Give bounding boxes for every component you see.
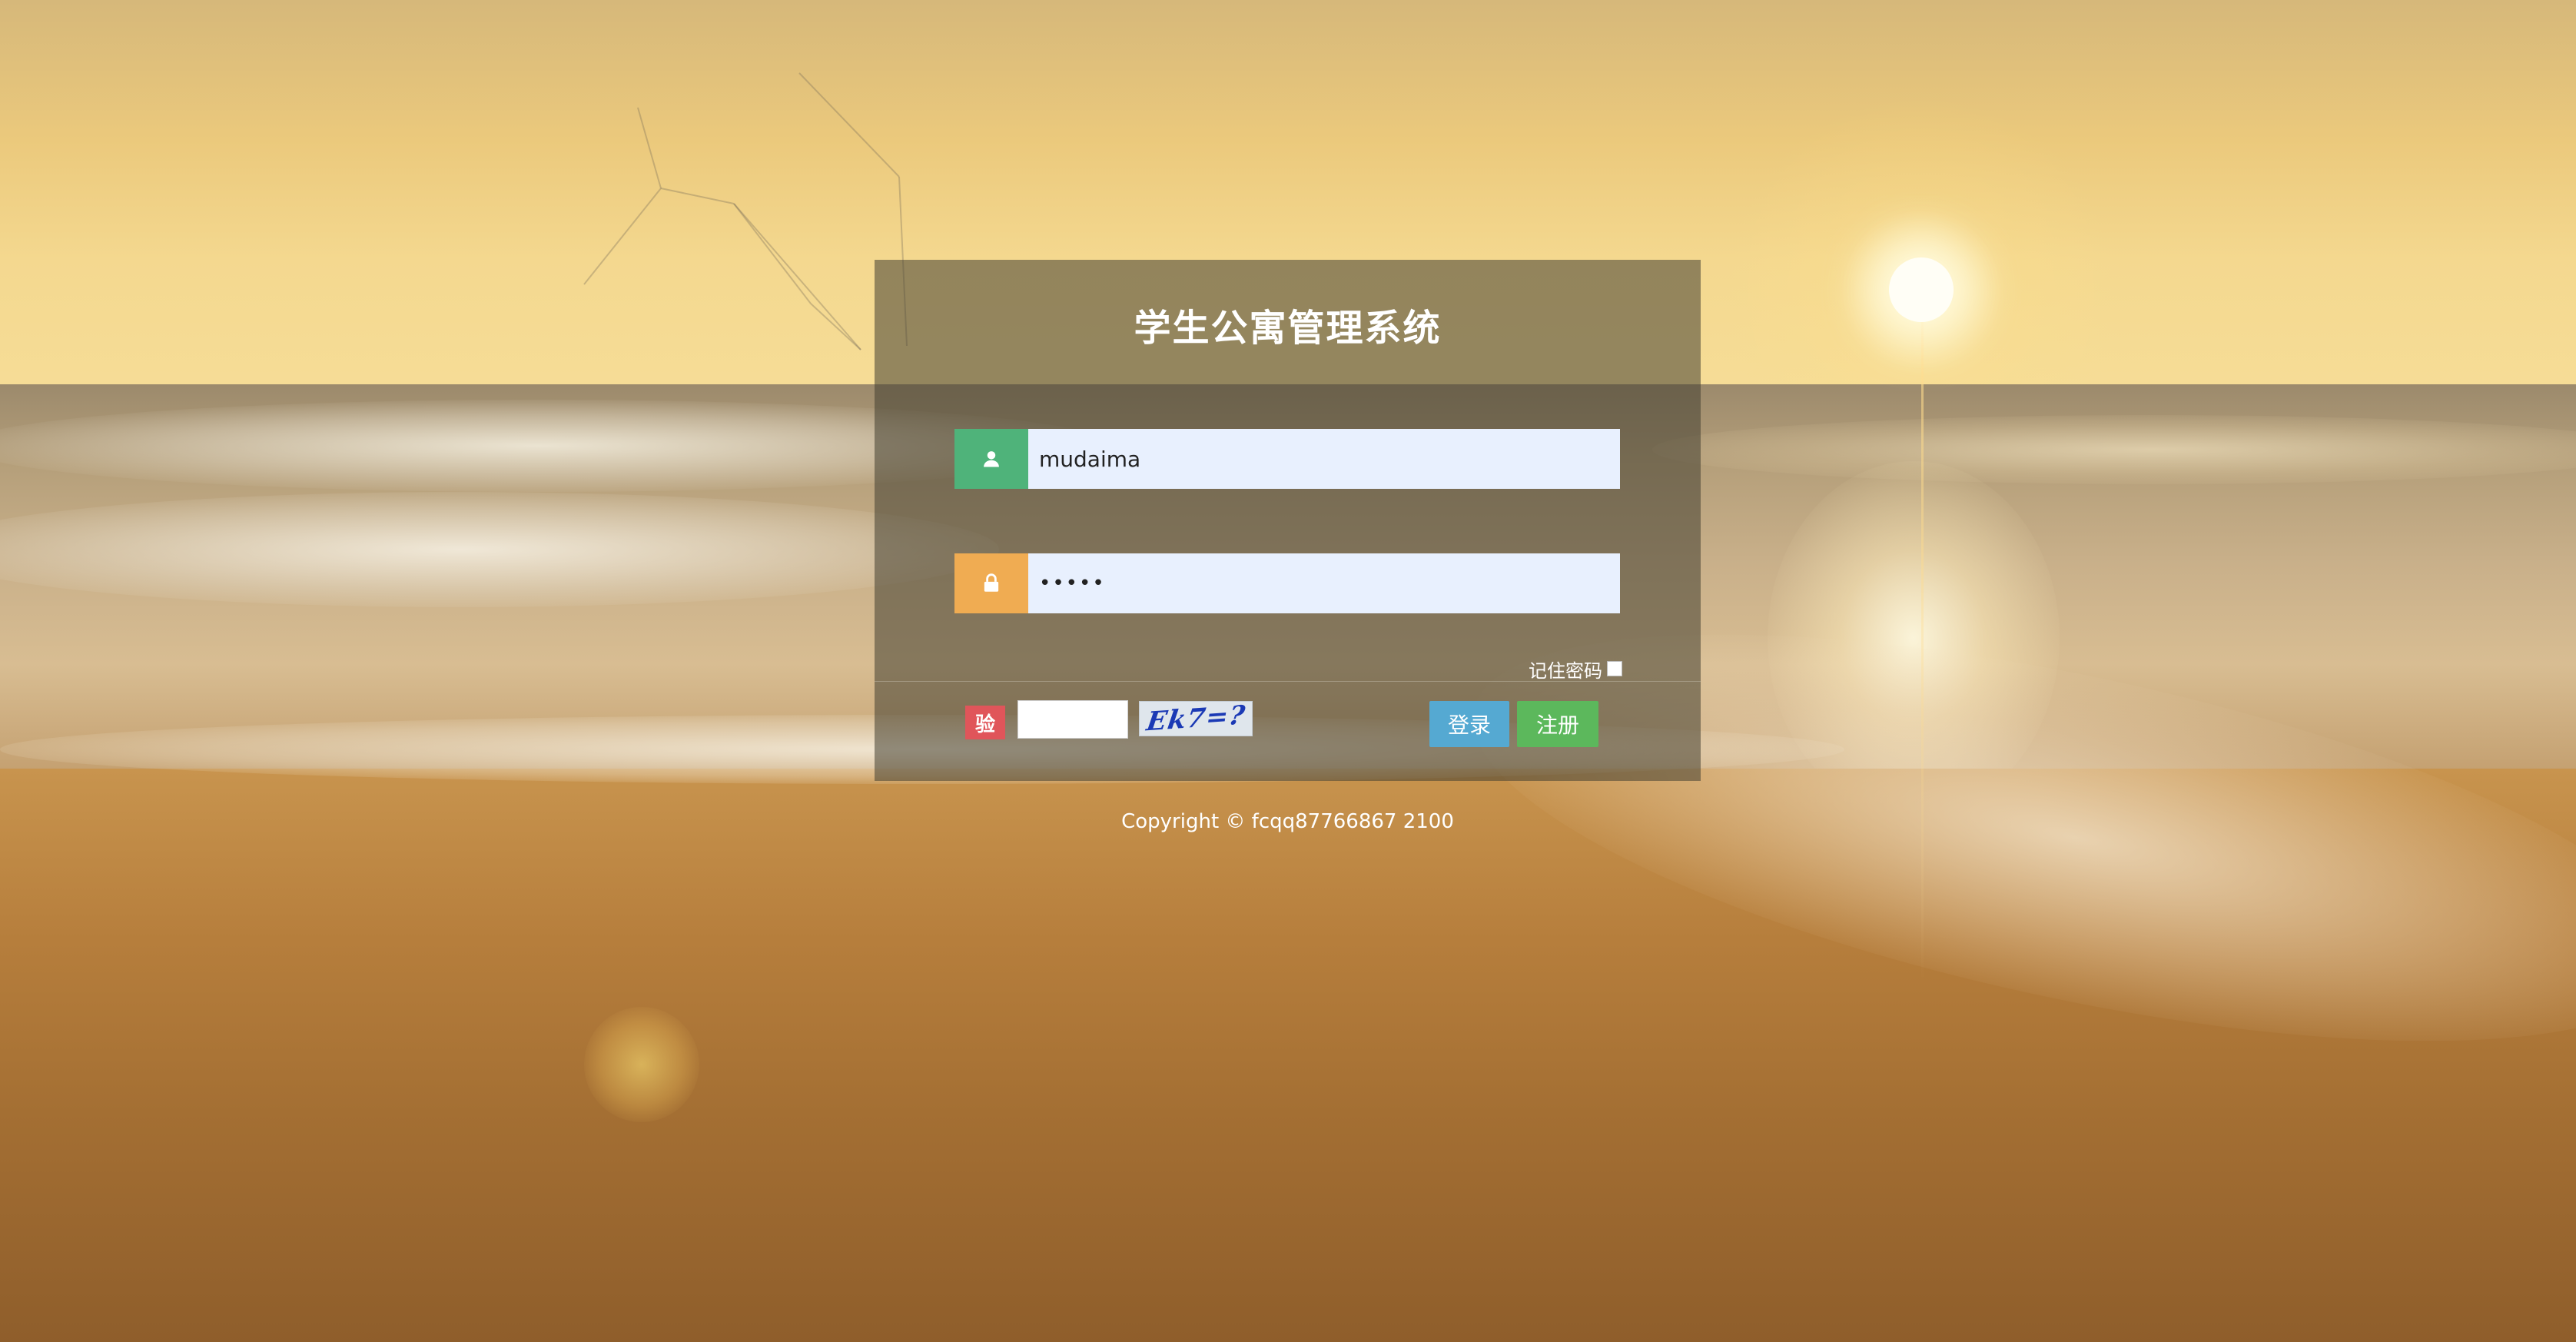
captcha-label-badge: 验 <box>965 706 1005 739</box>
divider <box>875 681 1701 682</box>
captcha-input[interactable] <box>1017 700 1128 739</box>
user-icon <box>954 429 1028 489</box>
remember-password[interactable]: 记住密码 <box>1529 655 1622 683</box>
captcha-image-text: Ek7=? <box>1144 701 1247 736</box>
particle-lines <box>583 72 908 350</box>
page-title: 学生公寓管理系统 <box>1134 307 1442 350</box>
username-field <box>954 429 1620 489</box>
login-button[interactable]: 登录 <box>1429 701 1509 747</box>
lock-icon <box>954 553 1028 613</box>
username-input[interactable] <box>1028 429 1620 489</box>
sun-ray <box>1921 292 1924 984</box>
password-field <box>954 553 1620 613</box>
password-input[interactable] <box>1028 553 1620 613</box>
register-button[interactable]: 注册 <box>1517 701 1598 747</box>
lens-flare <box>584 1007 699 1122</box>
remember-password-label: 记住密码 <box>1529 659 1602 682</box>
login-panel: 学生公寓管理系统 记住密码 验 Ek7=? 登录 注册 <box>875 260 1701 781</box>
remember-password-checkbox[interactable] <box>1607 661 1622 676</box>
sun <box>1889 257 1954 322</box>
copyright-text: Copyright © fcqq87766867 2100 <box>1121 810 1454 833</box>
captcha-image[interactable]: Ek7=? <box>1139 701 1253 736</box>
